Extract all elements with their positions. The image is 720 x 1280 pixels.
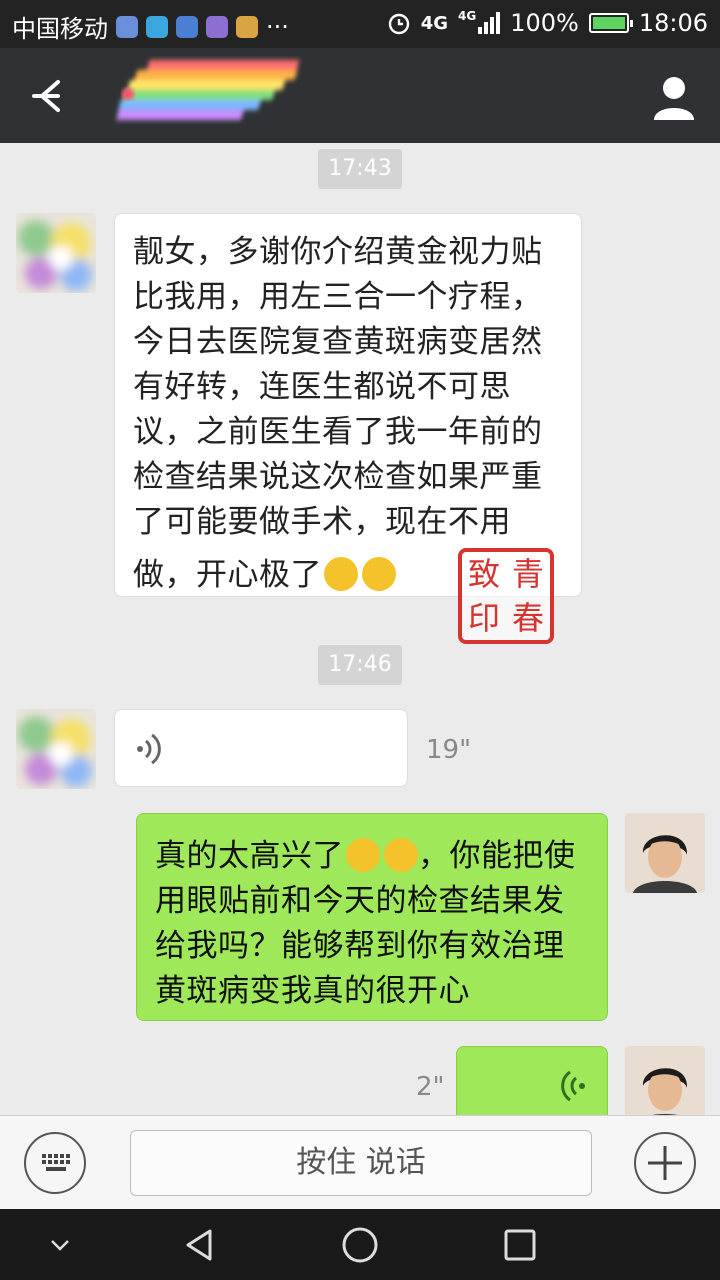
voice-wave-icon xyxy=(561,1070,585,1102)
message-text: 真的太高兴了 ，你能把使 用眼贴前和今天的检查结果发 给我吗？能够帮到你有效治理 … xyxy=(155,838,576,1009)
network-type-2: 4G xyxy=(458,9,477,23)
voice-duration: 19" xyxy=(426,735,472,765)
received-voice-bubble[interactable] xyxy=(114,709,408,787)
app-notification-icon xyxy=(206,15,228,38)
app-notification-icon xyxy=(146,15,168,38)
message-text: 靓女，多谢你介绍黄金视力贴 比我用，用左三合一个疗程， 今日去医院复查黄斑病变居… xyxy=(133,234,543,593)
alarm-icon xyxy=(388,13,409,35)
blurred-contact-name xyxy=(116,60,300,120)
clock: 18:06 xyxy=(638,9,708,37)
voice-wave-icon xyxy=(137,733,161,765)
sent-voice-bubble[interactable] xyxy=(456,1046,608,1115)
received-message-bubble[interactable]: 靓女，多谢你介绍黄金视力贴 比我用，用左三合一个疗程， 今日去医院复查黄斑病变居… xyxy=(114,213,582,597)
emoji-icon xyxy=(384,838,418,872)
avatar[interactable] xyxy=(16,213,96,293)
back-triangle-icon[interactable] xyxy=(180,1225,220,1265)
more-options-button[interactable] xyxy=(634,1132,696,1194)
status-bar: 中国移动 ··· 4G 4G 100% 18:06 xyxy=(0,0,720,48)
recents-square-icon[interactable] xyxy=(502,1227,538,1263)
hold-to-talk-button[interactable]: 按住 说话 xyxy=(130,1130,592,1196)
avatar[interactable] xyxy=(625,1046,705,1115)
avatar[interactable] xyxy=(625,813,705,893)
app-notification-icon xyxy=(176,15,198,38)
battery-percent: 100% xyxy=(510,9,579,37)
chevron-down-icon[interactable] xyxy=(48,1235,72,1255)
system-nav-bar xyxy=(0,1209,720,1280)
signal-icon xyxy=(478,12,501,34)
battery-icon xyxy=(588,13,633,33)
arrow-left-icon[interactable] xyxy=(28,74,72,118)
carrier-label: 中国移动 xyxy=(12,15,108,43)
app-notification-icon xyxy=(116,15,138,38)
emoji-icon xyxy=(324,557,358,591)
timestamp: 17:46 xyxy=(318,645,402,685)
plus-icon xyxy=(648,1146,682,1180)
avatar[interactable] xyxy=(16,709,96,789)
app-notification-icon xyxy=(236,15,258,38)
more-notifications: ··· xyxy=(266,12,289,41)
input-bar: 按住 说话 xyxy=(0,1115,720,1210)
person-icon[interactable] xyxy=(652,74,696,120)
keyboard-icon xyxy=(42,1154,70,1171)
network-type: 4G xyxy=(420,12,448,34)
emoji-icon xyxy=(346,838,380,872)
voice-duration: 2" xyxy=(416,1072,445,1102)
chat-header xyxy=(0,48,720,143)
watermark-seal: 致 青 印 春 xyxy=(458,548,554,644)
timestamp: 17:43 xyxy=(318,149,402,189)
keyboard-toggle-button[interactable] xyxy=(24,1132,86,1194)
emoji-icon xyxy=(362,557,396,591)
home-circle-icon[interactable] xyxy=(340,1225,380,1265)
sent-message-bubble[interactable]: 真的太高兴了 ，你能把使 用眼贴前和今天的检查结果发 给我吗？能够帮到你有效治理 … xyxy=(136,813,608,1021)
chat-area[interactable]: 17:43 靓女，多谢你介绍黄金视力贴 比我用，用左三合一个疗程， 今日去医院复… xyxy=(0,143,720,1115)
